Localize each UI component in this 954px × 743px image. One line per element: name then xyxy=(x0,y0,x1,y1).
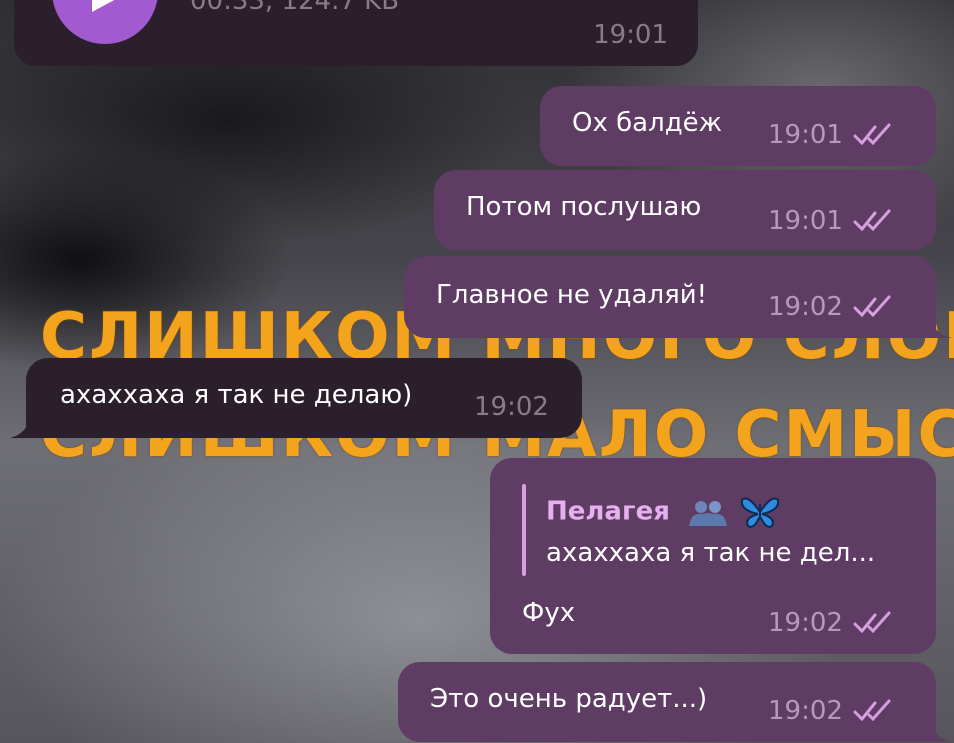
reply-author-name[interactable]: Пелагея xyxy=(546,494,780,530)
play-voice-button[interactable] xyxy=(52,0,158,44)
read-double-check-icon xyxy=(853,209,891,232)
outgoing-message[interactable]: Это очень радует...) 19:02 xyxy=(398,662,936,742)
read-double-check-icon xyxy=(853,699,891,722)
outgoing-message[interactable]: Главное не удаляй! 19:02 xyxy=(404,256,936,338)
message-text: Главное не удаляй! xyxy=(436,280,708,310)
butterfly-emoji-icon xyxy=(740,497,780,528)
message-text: ахаххаха я так не делаю) xyxy=(60,380,413,410)
message-time: 19:02 xyxy=(768,608,843,638)
incoming-message[interactable]: ахаххаха я так не делаю) 19:02 xyxy=(26,358,582,438)
outgoing-reply-message[interactable]: Пелагея ахаххаха я так не дел... Фух 19:… xyxy=(490,458,936,654)
message-text: Ох балдёж xyxy=(572,108,723,138)
bubble-tail xyxy=(930,318,952,338)
reply-quote-bar xyxy=(522,484,526,576)
bubble-tail xyxy=(930,722,952,742)
message-time: 19:01 xyxy=(768,206,843,236)
voice-duration-size: 00:33, 124.7 KB xyxy=(190,0,400,16)
message-text: Потом послушаю xyxy=(466,192,702,222)
read-double-check-icon xyxy=(853,123,891,146)
message-text: Фух xyxy=(522,598,576,628)
reply-quote-text: ахаххаха я так не дел... xyxy=(546,538,876,568)
outgoing-message[interactable]: Ох балдёж 19:01 xyxy=(540,86,936,166)
outgoing-message[interactable]: Потом послушаю 19:01 xyxy=(434,170,936,250)
read-double-check-icon xyxy=(853,611,891,634)
people-hugging-emoji-icon xyxy=(688,501,727,526)
message-time: 19:02 xyxy=(474,392,549,422)
bubble-tail xyxy=(10,418,30,438)
message-time: 19:02 xyxy=(768,696,843,726)
reply-author-label: Пелагея xyxy=(546,496,670,527)
message-text: Это очень радует...) xyxy=(430,684,708,714)
message-time: 19:01 xyxy=(593,20,668,50)
message-time: 19:02 xyxy=(768,292,843,322)
message-time: 19:01 xyxy=(768,120,843,150)
play-icon xyxy=(92,0,115,12)
voice-message-bubble[interactable]: 00:33, 124.7 KB 19:01 xyxy=(14,0,698,66)
read-double-check-icon xyxy=(853,295,891,318)
